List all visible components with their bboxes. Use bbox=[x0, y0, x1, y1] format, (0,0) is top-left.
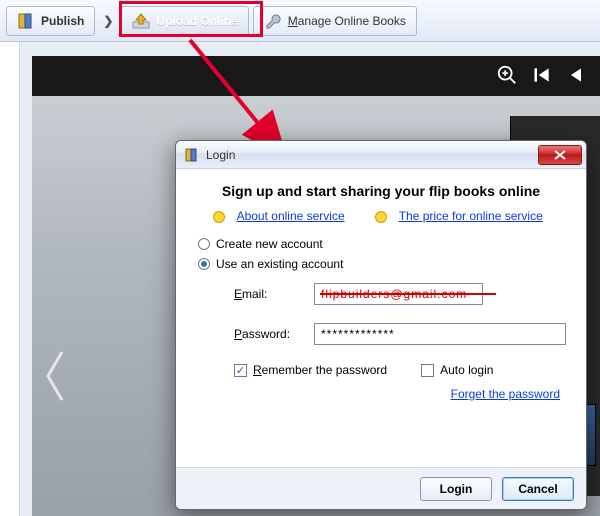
close-button[interactable] bbox=[538, 145, 582, 165]
player-topbar bbox=[32, 56, 600, 96]
radio-existing-account[interactable]: Use an existing account bbox=[198, 257, 566, 271]
radio-icon bbox=[198, 238, 210, 250]
first-page-icon[interactable] bbox=[532, 65, 552, 88]
publish-label: Publish bbox=[41, 14, 84, 28]
autologin-checkbox[interactable]: Auto login bbox=[421, 363, 493, 377]
chevron-right-icon: ❯ bbox=[99, 14, 117, 28]
checkbox-icon bbox=[421, 364, 434, 377]
about-link[interactable]: About online service bbox=[237, 209, 345, 223]
password-label: Password: bbox=[234, 327, 304, 341]
radio-create-label: Create new account bbox=[216, 237, 323, 251]
checkbox-icon: ✓ bbox=[234, 364, 247, 377]
manage-books-button[interactable]: MManage Online Booksanage Online Books bbox=[253, 6, 417, 36]
radio-icon bbox=[198, 258, 210, 270]
price-link[interactable]: The price for online service bbox=[399, 209, 543, 223]
book-icon bbox=[17, 12, 35, 30]
dialog-heading: Sign up and start sharing your flip book… bbox=[196, 183, 566, 199]
forget-password-link[interactable]: Forget the password bbox=[451, 387, 560, 401]
publish-button[interactable]: Publish bbox=[6, 6, 95, 36]
main-toolbar: Publish ❯ Upload Online MManage Online B… bbox=[0, 0, 600, 42]
radio-create-account[interactable]: Create new account bbox=[198, 237, 566, 251]
remember-label: Remember the password bbox=[253, 363, 387, 377]
email-label: Email: bbox=[234, 287, 304, 301]
dialog-body: Sign up and start sharing your flip book… bbox=[176, 169, 586, 467]
prev-page-icon[interactable] bbox=[566, 65, 586, 88]
app-icon bbox=[184, 147, 200, 163]
bulb-icon bbox=[213, 211, 225, 223]
login-dialog: Login Sign up and start sharing your fli… bbox=[175, 140, 587, 510]
zoom-in-icon[interactable] bbox=[496, 64, 518, 89]
upload-online-button[interactable]: Upload Online bbox=[121, 6, 248, 36]
password-field[interactable] bbox=[314, 323, 566, 345]
login-button[interactable]: Login bbox=[420, 477, 492, 501]
upload-icon bbox=[132, 12, 150, 30]
cancel-button[interactable]: Cancel bbox=[502, 477, 574, 501]
dialog-title: Login bbox=[206, 148, 532, 162]
radio-existing-label: Use an existing account bbox=[216, 257, 343, 271]
left-ruler bbox=[0, 42, 20, 516]
dialog-links: About online service The price for onlin… bbox=[196, 209, 566, 223]
wrench-icon bbox=[264, 12, 282, 30]
dialog-titlebar[interactable]: Login bbox=[176, 141, 586, 169]
bulb-icon bbox=[375, 211, 387, 223]
remember-checkbox[interactable]: ✓ Remember the password bbox=[234, 363, 387, 377]
prev-nav-chevron-icon[interactable] bbox=[40, 346, 70, 409]
dialog-button-bar: Login Cancel bbox=[176, 467, 586, 509]
upload-label: Upload Online bbox=[156, 14, 237, 28]
annotation-strike bbox=[320, 293, 496, 295]
autologin-label: Auto login bbox=[440, 363, 493, 377]
close-icon bbox=[554, 150, 566, 160]
manage-label: MManage Online Booksanage Online Books bbox=[288, 14, 406, 28]
